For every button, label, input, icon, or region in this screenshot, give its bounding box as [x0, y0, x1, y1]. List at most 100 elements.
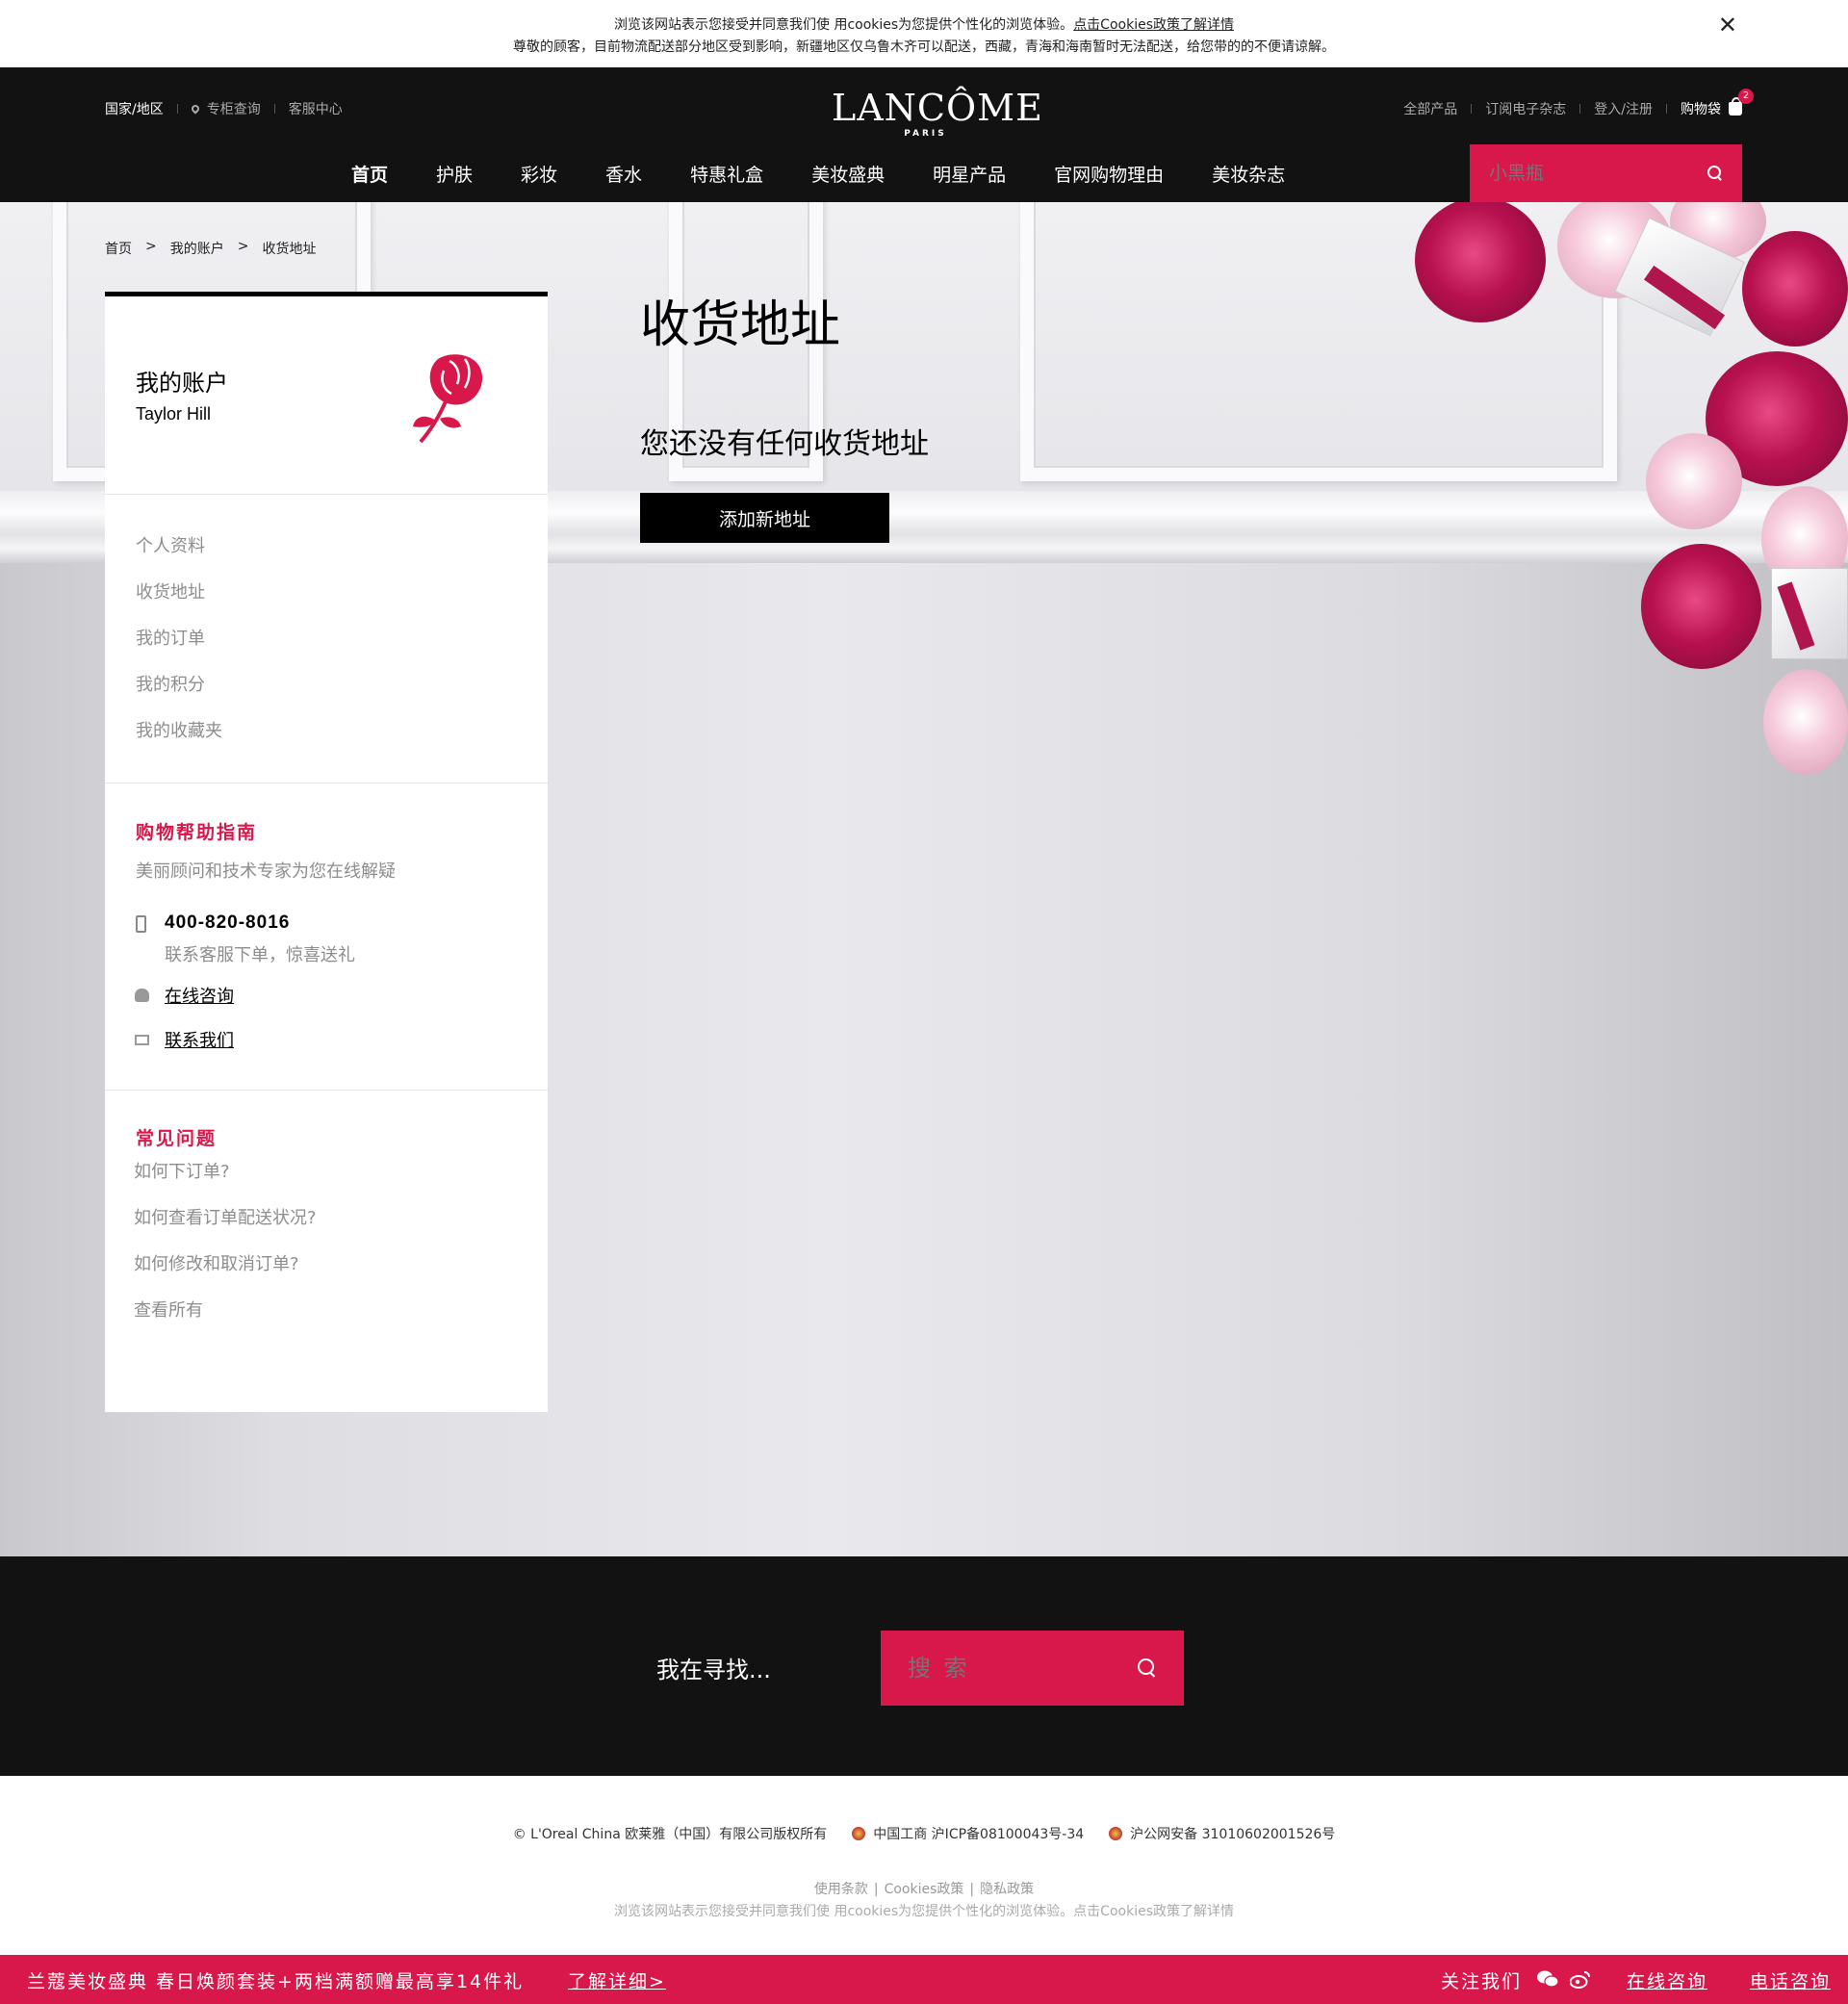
shopping-bag-icon: 2 [1729, 89, 1754, 116]
faq-view-all[interactable]: 查看所有 [134, 1299, 317, 1346]
mail-icon [135, 1035, 149, 1045]
nav-makeup[interactable]: 彩妆 [521, 161, 557, 187]
lancome-logo[interactable]: LANCÔME PARIS [832, 87, 1043, 139]
divider [1666, 104, 1667, 114]
search-icon[interactable] [1707, 166, 1723, 181]
promo-chat-link[interactable]: 在线咨询 [1627, 1967, 1707, 1993]
divider [176, 104, 178, 114]
customer-service-link[interactable]: 客服中心 [289, 99, 343, 118]
header-search [1470, 144, 1742, 202]
menu-favorites[interactable]: 我的收藏夹 [136, 720, 222, 766]
wechat-icon[interactable] [1537, 1970, 1558, 1988]
nav-fragrance[interactable]: 香水 [605, 161, 642, 187]
cookie-banner: 浏览该网站表示您接受并同意我们使 用cookies为您提供个性化的浏览体验。点击… [0, 0, 1848, 67]
shopping-bag-label: 购物袋 [1681, 102, 1721, 117]
privacy-link[interactable]: 隐私政策 [980, 1882, 1034, 1897]
logo-sub: PARIS [904, 129, 947, 139]
main-nav: 首页 护肤 彩妆 香水 特惠礼盒 美妆盛典 明星产品 官网购物理由 美妆杂志 [327, 144, 1309, 202]
breadcrumb-home[interactable]: 首页 [105, 239, 132, 258]
menu-points[interactable]: 我的积分 [136, 674, 222, 720]
badge-icon [1109, 1827, 1123, 1840]
close-icon[interactable]: ✕ [1718, 12, 1737, 39]
empty-address-message: 您还没有任何收货地址 [640, 427, 929, 461]
search-icon[interactable] [1138, 1658, 1157, 1678]
menu-addresses[interactable]: 收货地址 [136, 581, 222, 628]
faq-item[interactable]: 如何修改和取消订单? [134, 1253, 317, 1299]
chat-icon [135, 989, 149, 1002]
divider: | [969, 1882, 975, 1897]
help-title: 购物帮助指南 [136, 822, 258, 843]
footer-search-input[interactable] [908, 1655, 1119, 1682]
header-search-input[interactable] [1489, 163, 1691, 184]
page-title: 收货地址 [640, 296, 841, 354]
divider [273, 104, 275, 114]
faq-title: 常见问题 [136, 1128, 218, 1149]
phone-note: 联系客服下单，惊喜送礼 [165, 945, 355, 965]
divider [105, 1090, 548, 1091]
copyright-row: © L'Oreal China 欧莱雅（中国）有限公司版权所有 中国工商 沪IC… [0, 1824, 1848, 1843]
footer-search-label: 我在寻找... [656, 1657, 771, 1683]
follow-us-label: 关注我们 [1441, 1971, 1523, 1992]
copyright: © L'Oreal China 欧莱雅（中国）有限公司版权所有 [512, 1827, 828, 1842]
faq-item[interactable]: 如何查看订单配送状况? [134, 1207, 317, 1253]
nav-beauty-event[interactable]: 美妆盛典 [811, 161, 885, 187]
promo-text: 兰蔻美妆盛典 春日焕颜套装+两档满额赠最高享14件礼 [27, 1971, 525, 1992]
divider [1579, 104, 1581, 114]
main-area: 首页 > 我的账户 > 收货地址 我的账户 Taylor Hill 个人资料 收… [0, 202, 1848, 1556]
cookies-link[interactable]: Cookies政策 [885, 1882, 964, 1897]
logo-wordmark: LANCÔME [832, 87, 1043, 129]
country-region-link[interactable]: 国家/地区 [105, 99, 164, 118]
login-register-link[interactable]: 登入/注册 [1594, 99, 1653, 118]
divider [105, 494, 548, 495]
shopping-bag-link[interactable]: 购物袋 2 [1681, 89, 1754, 118]
rose-logo-icon [413, 354, 483, 444]
nav-magazine[interactable]: 美妆杂志 [1212, 161, 1285, 187]
nav-gift-sets[interactable]: 特惠礼盒 [690, 161, 763, 187]
all-products-link[interactable]: 全部产品 [1403, 99, 1457, 118]
add-address-button[interactable]: 添加新地址 [640, 493, 889, 543]
online-chat-link[interactable]: 在线咨询 [165, 983, 234, 1008]
terms-link[interactable]: 使用条款 [814, 1882, 868, 1897]
store-locator-link[interactable]: 专柜查询 [207, 99, 261, 118]
footer-search-box [881, 1631, 1184, 1706]
nav-skincare[interactable]: 护肤 [436, 161, 473, 187]
nav-bestsellers[interactable]: 明星产品 [933, 161, 1006, 187]
legal-links: 使用条款 | Cookies政策 | 隐私政策 [0, 1879, 1848, 1898]
account-menu: 个人资料 收货地址 我的订单 我的积分 我的收藏夹 [136, 535, 222, 766]
rose-decoration [1763, 669, 1848, 775]
menu-profile[interactable]: 个人资料 [136, 535, 222, 581]
faq-item[interactable]: 如何下订单? [134, 1161, 317, 1207]
nav-home[interactable]: 首页 [351, 161, 388, 187]
bag-count-badge: 2 [1738, 89, 1754, 104]
nav-why-shop[interactable]: 官网购物理由 [1054, 161, 1164, 187]
promo-bar: 兰蔻美妆盛典 春日焕颜套装+两档满额赠最高享14件礼 了解详细> 关注我们 在线… [0, 1955, 1848, 2004]
utility-nav-right: 全部产品 订阅电子杂志 登入/注册 购物袋 2 [1403, 89, 1754, 118]
phone-number[interactable]: 400-820-8016 [165, 912, 290, 934]
help-subtitle: 美丽顾问和技术专家为您在线解疑 [136, 861, 396, 882]
phone-icon [136, 915, 146, 933]
rose-decoration [1415, 202, 1546, 322]
rose-decoration [1646, 433, 1742, 529]
account-sidebar: 我的账户 Taylor Hill 个人资料 收货地址 我的订单 我的积分 我的收… [105, 292, 548, 1412]
contact-us-link[interactable]: 联系我们 [165, 1027, 234, 1052]
weibo-icon[interactable] [1570, 1969, 1591, 1989]
promo-call-link[interactable]: 电话咨询 [1750, 1967, 1831, 1993]
cookie-text: 浏览该网站表示您接受并同意我们使 用cookies为您提供个性化的浏览体验。 [614, 17, 1074, 33]
account-title: 我的账户 [136, 370, 228, 397]
cookie-line-1: 浏览该网站表示您接受并同意我们使 用cookies为您提供个性化的浏览体验。点击… [0, 14, 1848, 34]
newsletter-link[interactable]: 订阅电子杂志 [1485, 99, 1566, 118]
shipping-notice: 尊敬的顾客，目前物流配送部分地区受到影响，新疆地区仅乌鲁木齐可以配送，西藏，青海… [513, 39, 1335, 55]
footer-search-section: 我在寻找... [0, 1556, 1848, 1776]
police-record[interactable]: 沪公网安备 31010602001526号 [1130, 1824, 1335, 1843]
icp-license[interactable]: 中国工商 沪ICP备08100043号-34 [873, 1824, 1084, 1843]
promo-more-link[interactable]: 了解详细> [568, 1967, 666, 1993]
breadcrumb: 首页 > 我的账户 > 收货地址 [105, 239, 329, 258]
menu-orders[interactable]: 我的订单 [136, 628, 222, 674]
breadcrumb-account[interactable]: 我的账户 [170, 239, 224, 258]
breadcrumb-separator: > [145, 239, 157, 254]
badge-icon [852, 1827, 866, 1840]
rose-decoration [1641, 544, 1761, 669]
site-header: 国家/地区 专柜查询 客服中心 LANCÔME PARIS 全部产品 订阅电子杂… [0, 67, 1848, 202]
divider [105, 783, 548, 784]
cookie-policy-link[interactable]: 点击Cookies政策了解详情 [1073, 17, 1234, 33]
